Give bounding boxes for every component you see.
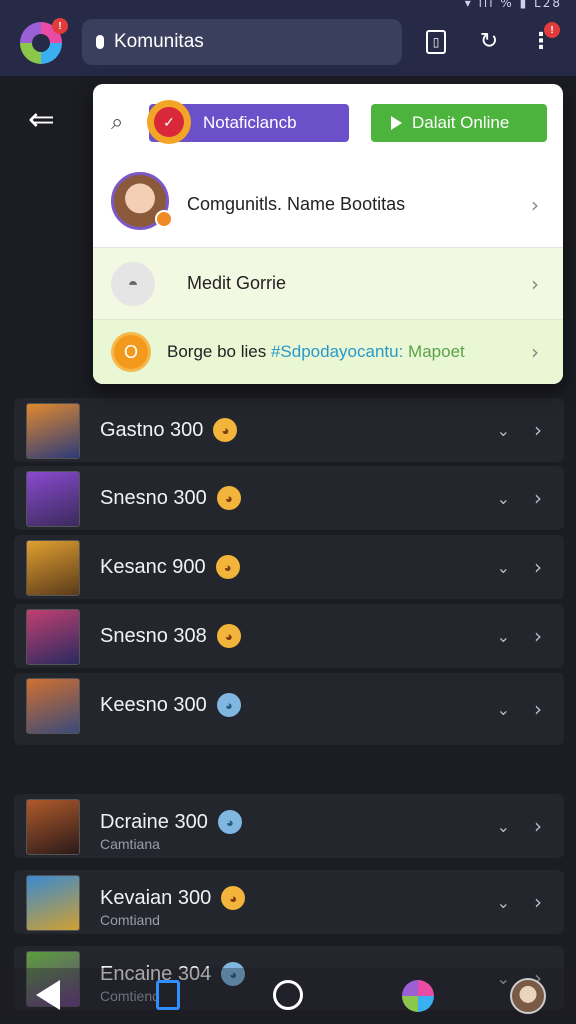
emoji-face-icon: ◕ — [215, 555, 240, 579]
game-thumbnail — [26, 540, 80, 596]
game-thumbnail — [26, 875, 80, 931]
chevron-down-icon[interactable]: ⌄ — [497, 489, 510, 508]
list-item[interactable]: Kevaian 300 ◕ Comtiand ⌄ › — [14, 870, 564, 934]
chevron-down-icon[interactable]: ⌄ — [497, 421, 510, 440]
more-notification-badge: ! — [544, 22, 560, 38]
list-item[interactable]: Gastno 300 ◕ ⌄ › — [14, 398, 564, 462]
list-item-title: Snesno 308 ◕ — [100, 624, 241, 648]
list-item[interactable]: Kesanc 900 ◕ ⌄ › — [14, 535, 564, 599]
list-item-subtitle: Comtiand — [100, 912, 160, 928]
avatar-badge-icon — [155, 210, 173, 228]
list-item-title: Keesno 300 ◕ — [100, 693, 241, 717]
chevron-right-icon[interactable]: › — [534, 418, 542, 442]
chevron-down-icon[interactable]: ⌄ — [497, 817, 510, 836]
list-item[interactable]: Snesno 308 ◕ ⌄ › — [14, 604, 564, 668]
refresh-icon[interactable]: ↻ — [476, 28, 502, 54]
online-button[interactable]: Dalait Online — [371, 104, 547, 142]
emoji-face-icon: ◕ — [216, 693, 241, 717]
list-item[interactable]: Keesno 300 ◕ ⌄ › — [14, 673, 564, 745]
ghost-icon: ◓ — [111, 262, 155, 306]
nav-app-icon[interactable] — [402, 980, 434, 1012]
search-input[interactable]: Komunitas — [82, 19, 402, 65]
chevron-down-icon[interactable]: ⌄ — [497, 700, 510, 719]
emoji-face-icon: ◕ — [216, 624, 241, 648]
mic-icon[interactable] — [96, 35, 104, 49]
chevron-down-icon[interactable]: ⌄ — [497, 558, 510, 577]
nav-profile-avatar[interactable] — [510, 978, 546, 1014]
emoji-face-icon: ◕ — [221, 886, 246, 910]
popup-item-label: Borge bo lies #Sdpodayocantu: Mapoet — [167, 342, 465, 361]
game-thumbnail — [26, 609, 80, 665]
game-thumbnail — [26, 799, 80, 855]
search-text: Komunitas — [114, 31, 204, 52]
logo-notification-badge: ! — [52, 18, 68, 34]
popup-item-label: Medit Gorrie — [187, 273, 287, 293]
nav-recents-icon[interactable] — [156, 980, 180, 1010]
play-icon — [391, 116, 402, 130]
list-item[interactable]: Snesno 300 ◕ ⌄ › — [14, 466, 564, 530]
chevron-right-icon[interactable]: › — [534, 555, 542, 579]
list-item-title: Snesno 300 ◕ — [100, 486, 241, 510]
status-bar: ▾ ıll % ▮ L28 — [464, 0, 562, 10]
list-item[interactable]: Dcraine 300 ◕ Camtiana ⌄ › — [14, 794, 564, 858]
game-thumbnail — [26, 403, 80, 459]
emoji-face-icon: ◕ — [213, 418, 238, 442]
chevron-right-icon[interactable]: › — [534, 814, 542, 838]
back-arrow-icon[interactable]: ⇐ — [28, 100, 55, 138]
chevron-right-icon: › — [531, 340, 539, 364]
nav-home-icon[interactable] — [273, 980, 303, 1010]
chevron-right-icon[interactable]: › — [534, 697, 542, 721]
list-item-title: Dcraine 300 ◕ — [100, 810, 242, 834]
chevron-right-icon: › — [531, 271, 539, 296]
list-item-title: Kevaian 300 ◕ — [100, 886, 246, 910]
popup-item-label: Comgunitls. Name Bootitas — [187, 194, 406, 214]
chevron-right-icon[interactable]: › — [534, 486, 542, 510]
coin-icon: O — [111, 332, 151, 372]
bottom-navigation-bar — [0, 968, 576, 1024]
chevron-down-icon[interactable]: ⌄ — [497, 893, 510, 912]
popup-item-community-profile[interactable]: Comgunitls. Name Bootitas › — [93, 162, 563, 248]
list-item-title: Kesanc 900 ◕ — [100, 555, 240, 579]
chevron-right-icon[interactable]: › — [534, 624, 542, 648]
chevron-right-icon[interactable]: › — [534, 890, 542, 914]
notification-shield-icon: ✓ — [147, 100, 191, 144]
notification-button-label: Notaficlancb — [203, 113, 297, 132]
game-thumbnail — [26, 678, 80, 734]
list-item-subtitle: Camtiana — [100, 836, 160, 852]
top-app-bar: ▾ ıll % ▮ L28 ! Komunitas ▯ ↻ ⋮ ! — [0, 0, 576, 76]
calendar-icon[interactable]: ▯ — [426, 30, 446, 54]
nav-back-icon[interactable] — [36, 980, 60, 1010]
popup-item-coins[interactable]: O Borge bo lies #Sdpodayocantu: Mapoet › — [93, 320, 563, 384]
dropdown-popup: ⌕ Notaficlancb ✓ Dalait Online Comgunitl… — [93, 84, 563, 384]
list-item-title: Gastno 300 ◕ — [100, 418, 238, 442]
popup-item-game[interactable]: ◓ Medit Gorrie › — [93, 248, 563, 320]
emoji-face-icon: ◕ — [217, 810, 242, 834]
search-icon[interactable]: ⌕ — [111, 110, 123, 135]
online-button-label: Dalait Online — [412, 113, 510, 132]
chevron-down-icon[interactable]: ⌄ — [497, 627, 510, 646]
emoji-face-icon: ◕ — [216, 486, 241, 510]
game-thumbnail — [26, 471, 80, 527]
chevron-right-icon: › — [531, 192, 539, 217]
